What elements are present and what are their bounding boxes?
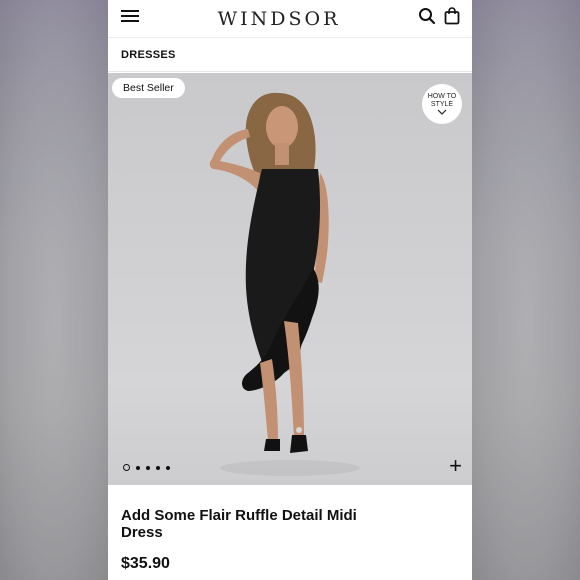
carousel-dot[interactable] [146, 465, 150, 470]
shopping-bag-icon[interactable] [444, 7, 460, 30]
phone-screen: WINDSOR DRESSES Best Seller HOW TO STYLE… [108, 0, 472, 580]
hamburger-menu-icon[interactable] [120, 8, 140, 29]
breadcrumb: DRESSES [108, 38, 472, 72]
carousel-dot[interactable] [136, 465, 140, 470]
how-to-style-button[interactable]: HOW TO STYLE [422, 84, 462, 124]
zoom-plus-icon[interactable]: + [449, 455, 462, 477]
carousel-dot[interactable] [156, 465, 160, 470]
brand-logo[interactable]: WINDSOR [218, 8, 341, 30]
model-photo [209, 92, 360, 476]
best-seller-badge: Best Seller [112, 78, 185, 98]
background-blur-right [472, 0, 580, 580]
style-label: STYLE [430, 101, 454, 108]
breadcrumb-dresses[interactable]: DRESSES [121, 49, 176, 61]
product-details: Add Some Flair Ruffle Detail Midi Dress … [108, 485, 472, 580]
background-blur-left [0, 0, 108, 580]
product-title: Add Some Flair Ruffle Detail Midi Dress [121, 507, 357, 541]
carousel-dots [123, 464, 170, 471]
chevron-down-icon [437, 109, 447, 115]
carousel-dot[interactable] [123, 464, 130, 471]
header-actions [418, 7, 460, 30]
how-to-label: HOW TO [427, 93, 457, 100]
top-bar: WINDSOR [108, 0, 472, 38]
carousel-dot[interactable] [166, 465, 170, 470]
product-price: $35.90 [121, 555, 170, 572]
search-icon[interactable] [418, 7, 436, 30]
product-image[interactable]: Best Seller HOW TO STYLE + [108, 73, 472, 485]
